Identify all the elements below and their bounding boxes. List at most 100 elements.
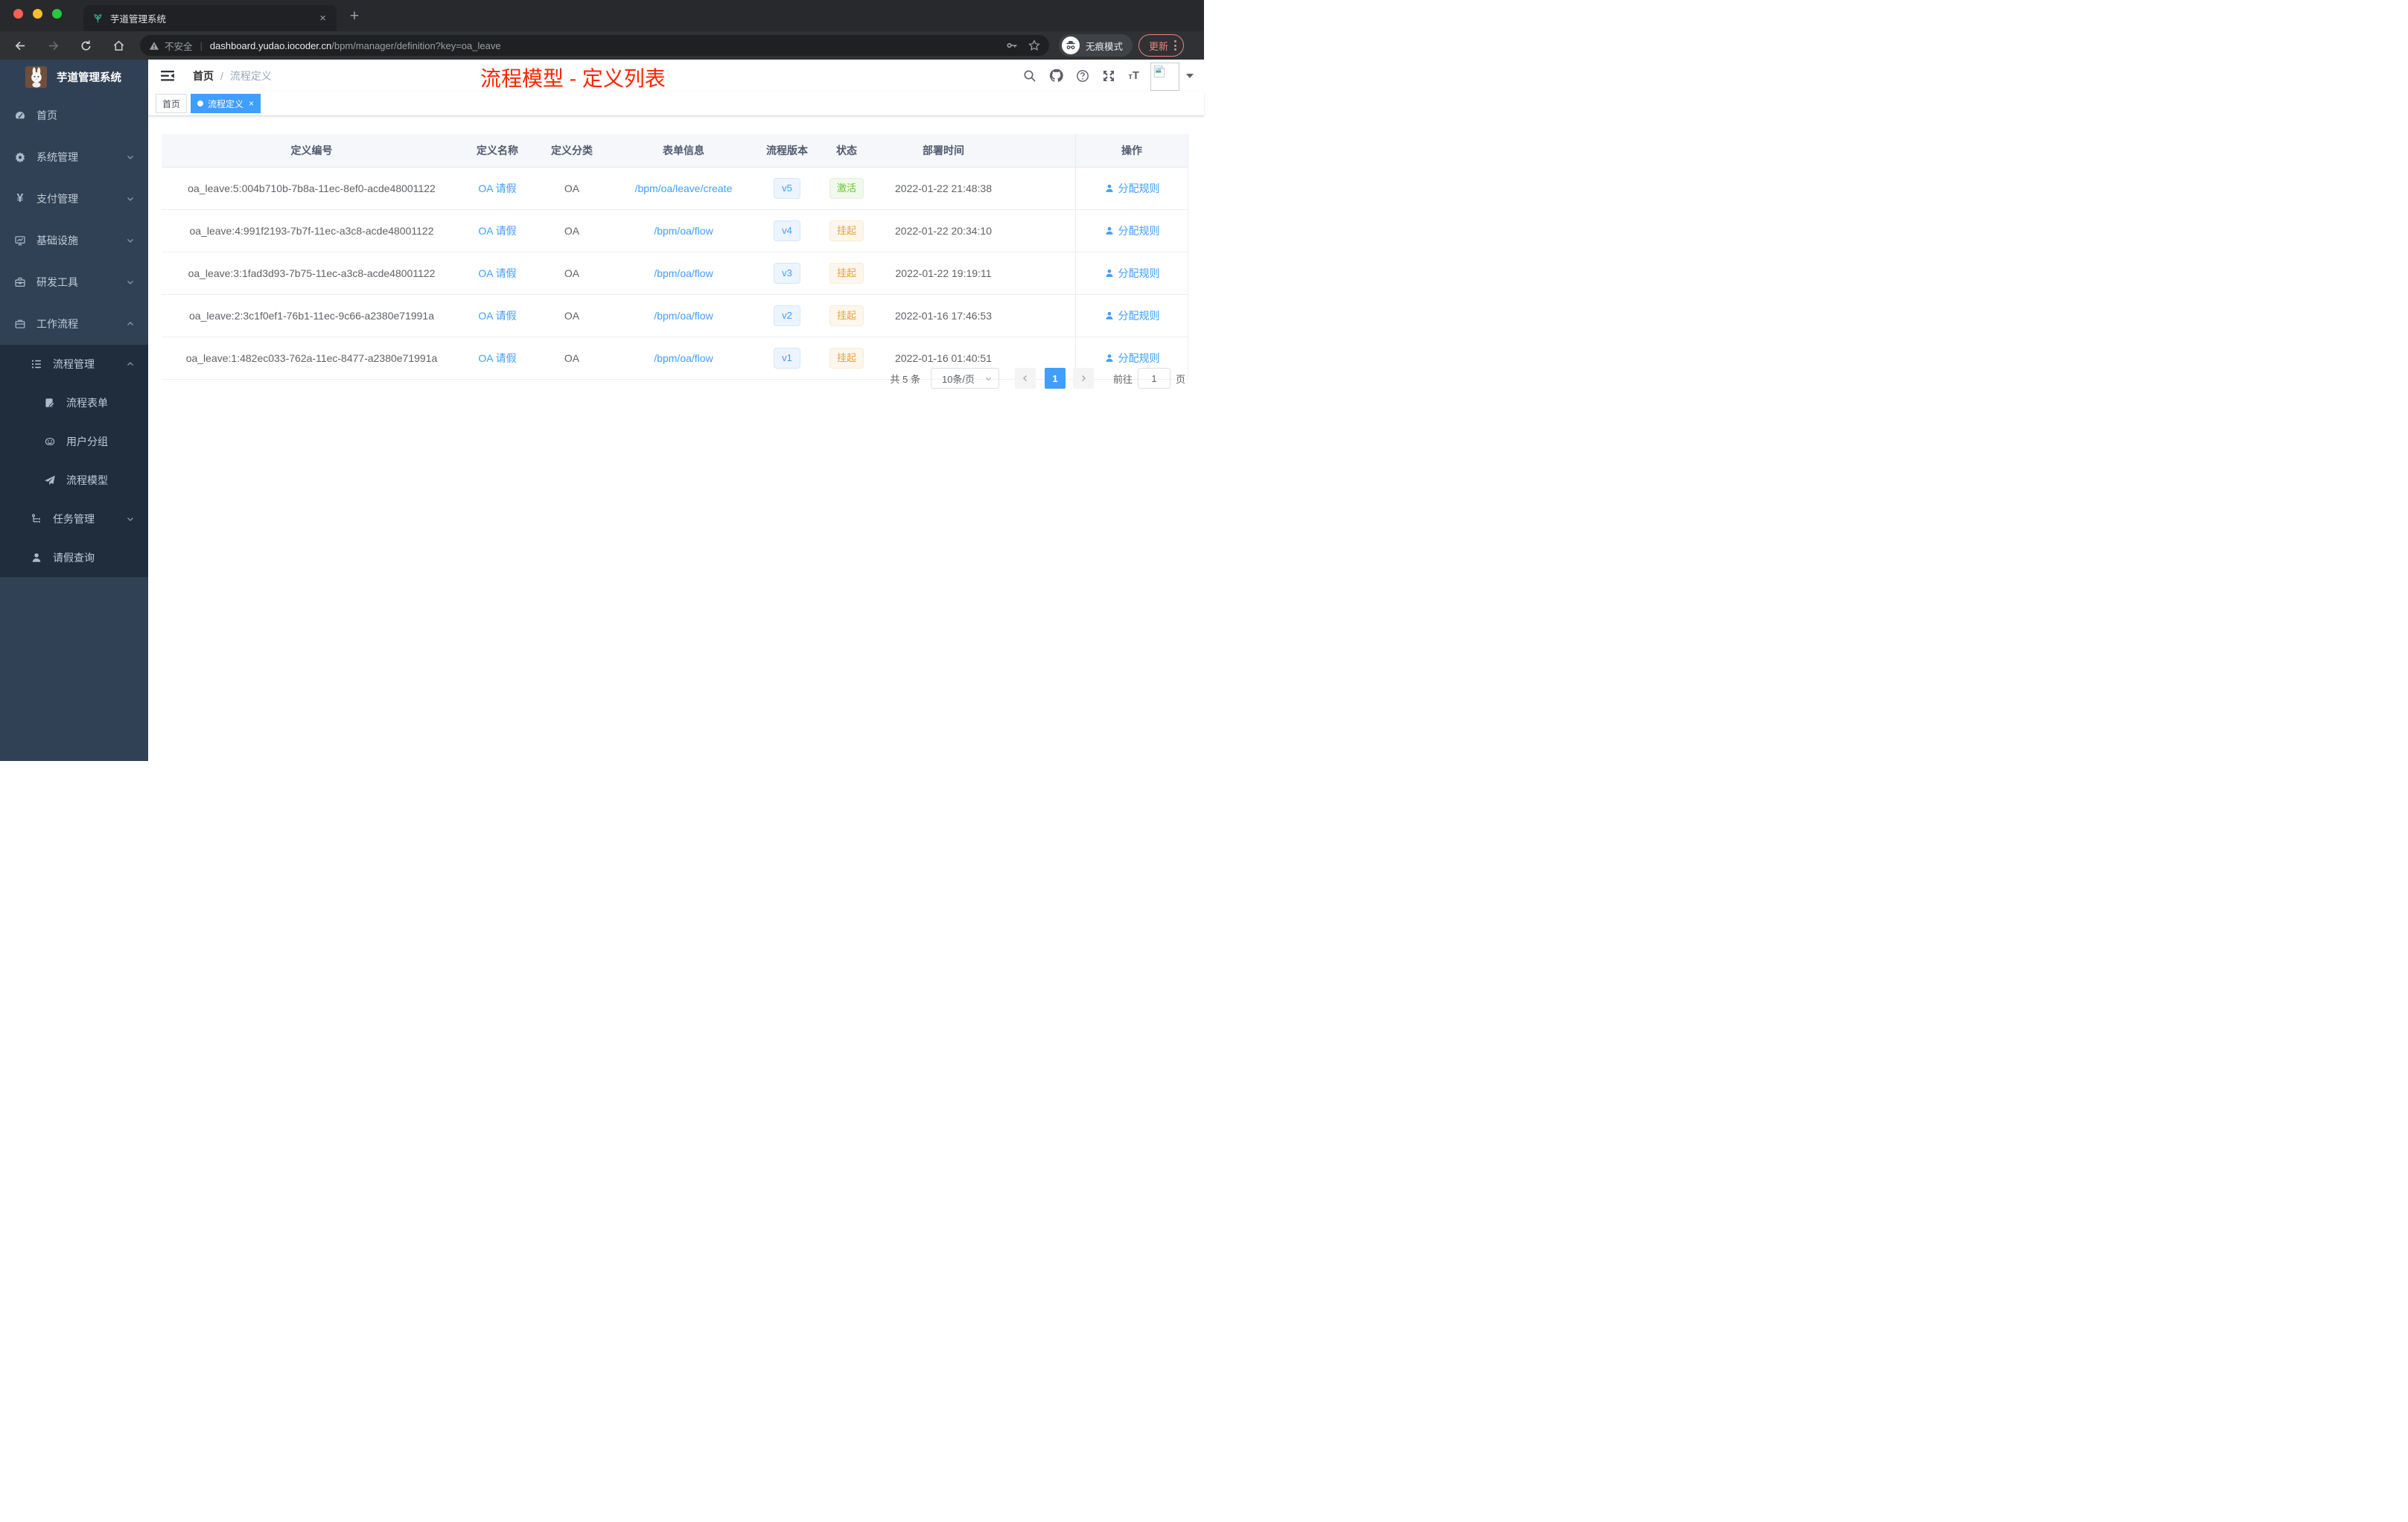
- deploy-time: 2022-01-22 21:48:38: [895, 182, 992, 194]
- tag-close-icon[interactable]: ×: [249, 98, 254, 109]
- table-row: oa_leave:5:004b710b-7b8a-11ec-8ef0-acde4…: [162, 168, 1188, 210]
- current-page-button[interactable]: 1: [1044, 368, 1066, 389]
- version-tag: v5: [774, 178, 800, 199]
- definition-id: oa_leave:2:3c1f0ef1-76b1-11ec-9c66-a2380…: [188, 310, 434, 322]
- status-badge: 挂起: [829, 263, 864, 284]
- definition-category: OA: [564, 310, 580, 322]
- tags-view: 首页 流程定义 ×: [148, 92, 1204, 116]
- sidebar-item-payment-management[interactable]: ¥ 支付管理: [0, 178, 148, 220]
- user-group-icon: [44, 436, 56, 448]
- status-badge: 挂起: [829, 348, 864, 369]
- form-info-link[interactable]: /bpm/oa/flow: [654, 225, 713, 237]
- assign-rule-link[interactable]: 分配规则: [1104, 351, 1160, 366]
- home-icon[interactable]: [109, 39, 128, 52]
- yen-icon: ¥: [16, 192, 24, 205]
- macos-close-button[interactable]: [13, 9, 23, 19]
- breadcrumb-home[interactable]: 首页: [193, 69, 214, 83]
- definition-name-link[interactable]: OA 请假: [478, 351, 516, 366]
- breadcrumb-separator: /: [220, 69, 223, 82]
- chevron-down-icon: [126, 278, 135, 287]
- definition-name-link[interactable]: OA 请假: [478, 181, 516, 196]
- browser-update-button[interactable]: 更新: [1138, 34, 1185, 57]
- spacer-cell: [1011, 168, 1075, 209]
- status-badge: 挂起: [829, 220, 864, 241]
- monitor-icon: [14, 235, 26, 246]
- sidebar-item-task-management[interactable]: 任务管理: [0, 500, 148, 538]
- app-logo-rabbit-avatar: [25, 66, 47, 88]
- macos-zoom-button[interactable]: [52, 9, 62, 19]
- form-info-link[interactable]: /bpm/oa/flow: [654, 267, 713, 279]
- definition-name-link[interactable]: OA 请假: [478, 308, 516, 323]
- sidebar-item-process-management[interactable]: 流程管理: [0, 345, 148, 383]
- help-question-icon[interactable]: [1076, 69, 1089, 83]
- security-warning-icon[interactable]: [149, 41, 159, 51]
- goto-page-input[interactable]: 1: [1137, 368, 1170, 389]
- assign-rule-link[interactable]: 分配规则: [1104, 223, 1160, 238]
- status-badge: 挂起: [829, 305, 864, 326]
- forward-icon[interactable]: [43, 39, 63, 52]
- table-body: oa_leave:5:004b710b-7b8a-11ec-8ef0-acde4…: [162, 168, 1188, 380]
- url-path: /bpm/manager/definition?key=oa_leave: [331, 39, 501, 51]
- tab-close-icon[interactable]: ×: [318, 13, 328, 24]
- macos-minimize-button[interactable]: [33, 9, 42, 19]
- form-info-link[interactable]: /bpm/oa/flow: [654, 352, 713, 364]
- browser-tab[interactable]: 芋道管理系统 ×: [83, 5, 337, 31]
- browser-menu-icon[interactable]: [1174, 40, 1177, 51]
- spacer-cell: [1011, 295, 1075, 337]
- version-tag: v1: [774, 348, 800, 369]
- search-icon[interactable]: [1023, 69, 1036, 83]
- form-info-link[interactable]: /bpm/oa/flow: [654, 310, 713, 322]
- form-info-link[interactable]: /bpm/oa/leave/create: [635, 182, 733, 194]
- definition-table: 定义编号 定义名称 定义分类 表单信息 流程版本 状态 部署时间 操作 oa_l…: [162, 134, 1188, 380]
- sidebar-item-user-group[interactable]: 用户分组: [0, 422, 148, 461]
- sidebar-item-infrastructure[interactable]: 基础设施: [0, 220, 148, 261]
- paper-plane-icon: [44, 474, 56, 486]
- definition-name-link[interactable]: OA 请假: [478, 266, 516, 281]
- chevron-up-icon: [126, 319, 135, 328]
- briefcase-icon: [14, 318, 26, 330]
- definition-id: oa_leave:5:004b710b-7b8a-11ec-8ef0-acde4…: [188, 182, 436, 194]
- assign-rule-link[interactable]: 分配规则: [1104, 181, 1160, 196]
- next-page-button[interactable]: [1072, 368, 1094, 389]
- sidebar-item-system-management[interactable]: 系统管理: [0, 136, 148, 178]
- github-icon[interactable]: [1049, 69, 1064, 83]
- deploy-time: 2022-01-22 20:34:10: [895, 225, 992, 237]
- table-header-row: 定义编号 定义名称 定义分类 表单信息 流程版本 状态 部署时间 操作: [162, 134, 1188, 168]
- sidebar-item-dev-tools[interactable]: 研发工具: [0, 261, 148, 303]
- url-bar[interactable]: 不安全 | dashboard.yudao.iocoder.cn/bpm/man…: [140, 35, 1049, 56]
- assign-rule-link[interactable]: 分配规则: [1104, 308, 1160, 323]
- tag-process-definition[interactable]: 流程定义 ×: [191, 94, 261, 113]
- tag-home[interactable]: 首页: [156, 94, 188, 113]
- user-icon: [1105, 354, 1113, 362]
- sidebar-item-process-model[interactable]: 流程模型: [0, 461, 148, 500]
- assign-rule-link[interactable]: 分配规则: [1104, 266, 1160, 281]
- user-avatar[interactable]: [1150, 62, 1179, 91]
- sidebar-item-leave-query[interactable]: 请假查询: [0, 538, 148, 577]
- fullscreen-icon[interactable]: [1102, 69, 1115, 83]
- user-icon: [1105, 226, 1113, 235]
- goto-unit: 页: [1175, 373, 1185, 385]
- bookmark-star-icon[interactable]: [1028, 39, 1040, 51]
- col-deploy-time: 部署时间: [923, 144, 964, 156]
- person-icon: [31, 552, 42, 564]
- definition-id: oa_leave:4:991f2193-7b7f-11ec-a3c8-acde4…: [189, 225, 434, 237]
- page-size-select[interactable]: 10条/页: [930, 368, 999, 389]
- sidebar-item-process-form[interactable]: 流程表单: [0, 383, 148, 422]
- sidebar-item-home[interactable]: 首页: [0, 95, 148, 136]
- avatar-caret-icon[interactable]: [1186, 73, 1194, 78]
- table-row: oa_leave:3:1fad3d93-7b75-11ec-a3c8-acde4…: [162, 252, 1188, 295]
- definition-name-link[interactable]: OA 请假: [478, 223, 516, 238]
- pagination: 共 5 条 10条/页 1 前往 1 页: [162, 368, 1188, 389]
- col-status: 状态: [836, 144, 857, 156]
- reload-icon[interactable]: [76, 39, 95, 52]
- new-tab-button[interactable]: +: [344, 6, 365, 27]
- workflow-submenu: 流程管理 流程表单 用户分组 流程模型 任务管理 请假查询: [0, 345, 148, 577]
- prev-page-button[interactable]: [1014, 368, 1036, 389]
- font-size-icon[interactable]: тT: [1128, 69, 1139, 82]
- sidebar-item-workflow[interactable]: 工作流程: [0, 303, 148, 345]
- back-icon[interactable]: [10, 39, 30, 52]
- col-definition-category: 定义分类: [551, 144, 593, 156]
- hamburger-icon[interactable]: [161, 70, 174, 82]
- key-icon[interactable]: [1006, 39, 1018, 51]
- chevron-down-icon: [126, 236, 135, 245]
